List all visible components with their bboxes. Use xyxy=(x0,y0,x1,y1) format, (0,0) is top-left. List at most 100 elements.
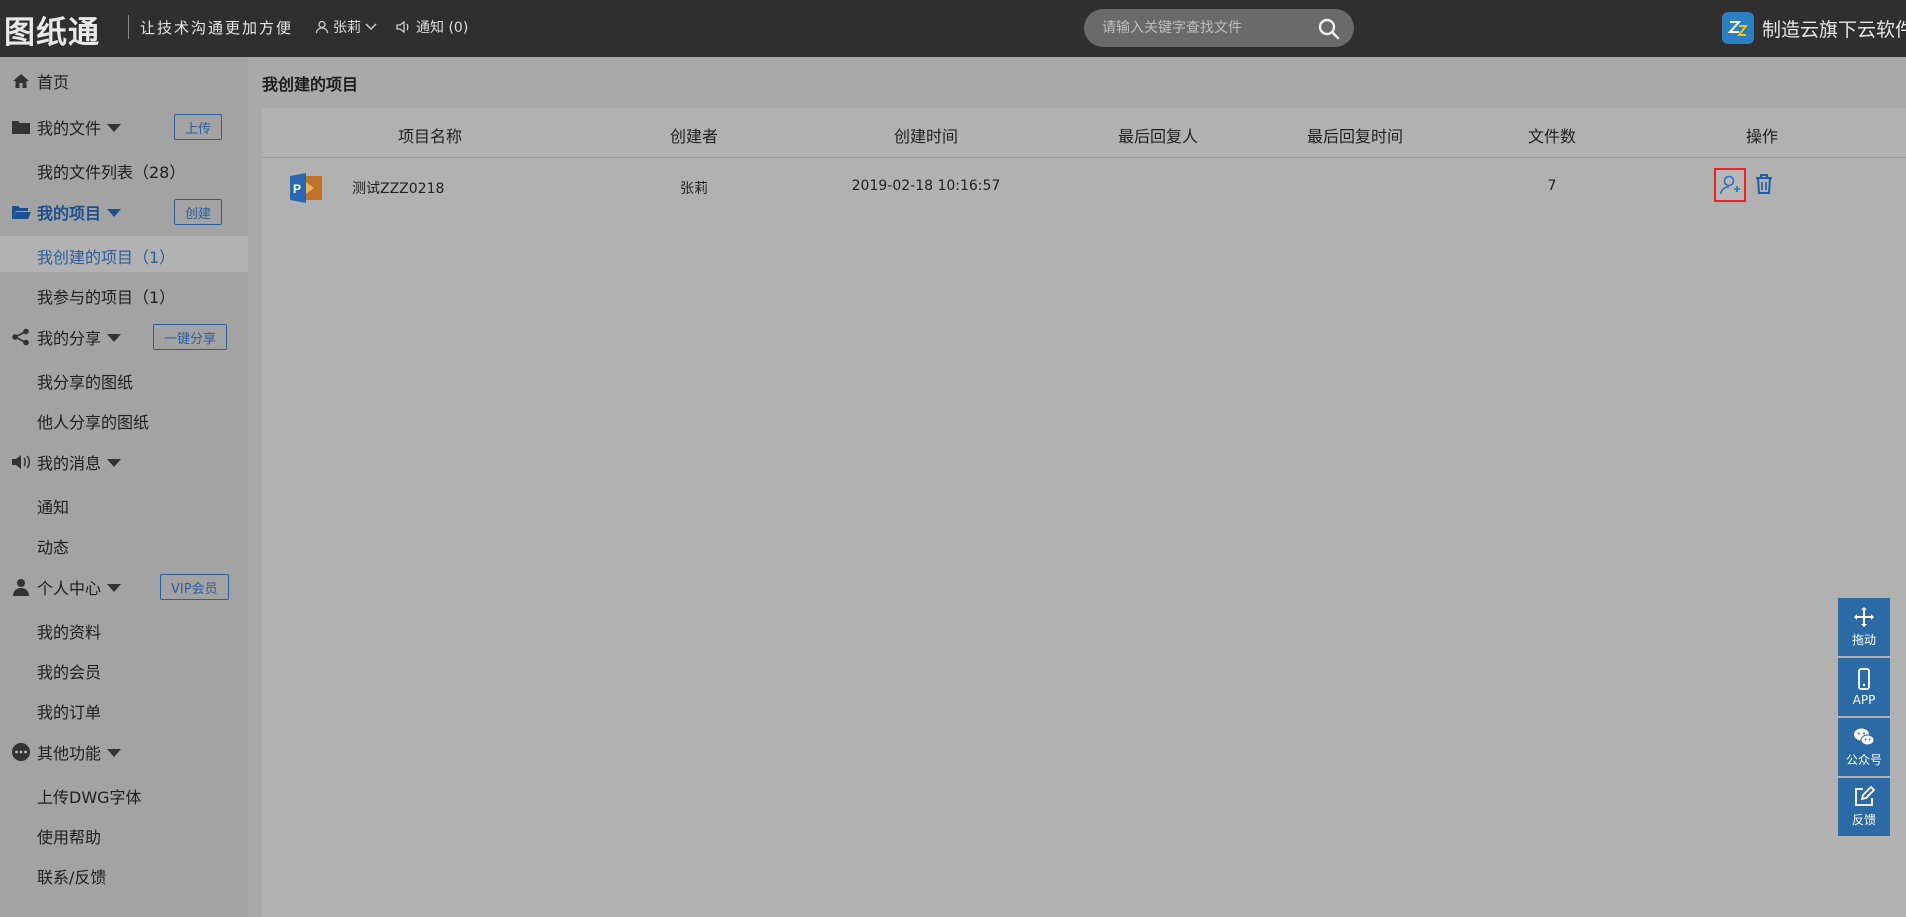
home-icon xyxy=(13,74,29,88)
sidebar-item-label: 我的会员 xyxy=(37,663,102,682)
sidebar-group-label: 我的项目 xyxy=(37,204,102,223)
sidebar-item-activity[interactable]: 动态 xyxy=(0,526,248,562)
sidebar-group-personal[interactable]: 个人中心 VIP会员 xyxy=(0,569,248,605)
sidebar-group-label: 个人中心 xyxy=(37,579,102,598)
project-name-link[interactable]: 测试ZZZ0218 xyxy=(352,178,444,198)
caret-down-icon xyxy=(107,334,121,342)
sidebar-group-files[interactable]: 我的文件 上传 xyxy=(0,109,248,145)
column-header: 创建时间 xyxy=(893,127,959,146)
caret-down-icon xyxy=(107,749,121,757)
edit-icon xyxy=(1855,786,1875,806)
column-header: 操作 xyxy=(1745,127,1779,146)
user-icon xyxy=(315,20,329,34)
wechat-button[interactable]: 公众号 xyxy=(1838,718,1890,776)
table-row[interactable]: P 测试ZZZ0218 张莉 2019-02-18 10:16:57 7 xyxy=(262,159,1906,215)
sidebar-group-label: 我的分享 xyxy=(37,329,102,348)
float-label: 反馈 xyxy=(1851,813,1876,827)
project-file-icon: P xyxy=(290,173,322,203)
sidebar-item-label: 我的文件列表（28） xyxy=(37,163,186,182)
chevron-down-icon xyxy=(365,23,377,31)
sidebar-item-feedback[interactable]: 联系/反馈 xyxy=(0,856,248,892)
sidebar-item-home[interactable]: 首页 xyxy=(0,63,248,99)
project-table: 项目名称 创建者 创建时间 最后回复人 最后回复时间 文件数 操作 P 测试ZZ… xyxy=(262,108,1906,917)
sidebar-group-messages[interactable]: 我的消息 xyxy=(0,444,248,480)
sidebar-item-joined-projects[interactable]: 我参与的项目（1） xyxy=(0,276,248,312)
sidebar-group-other[interactable]: 其他功能 xyxy=(0,734,248,770)
brand-text: 制造云旗下云软件 xyxy=(1762,18,1906,41)
sidebar-group-label: 我的消息 xyxy=(37,454,102,473)
logo-divider xyxy=(128,15,129,39)
float-label: APP xyxy=(1852,692,1876,707)
drag-handle[interactable]: 拖动 xyxy=(1838,598,1890,656)
sidebar-item-orders[interactable]: 我的订单 xyxy=(0,691,248,727)
sidebar-item-notice[interactable]: 通知 xyxy=(0,486,248,522)
sidebar-group-projects[interactable]: 我的项目 创建 xyxy=(0,194,248,230)
sidebar-item-label: 联系/反馈 xyxy=(37,868,107,887)
trash-icon[interactable] xyxy=(1752,172,1776,196)
quick-share-button[interactable]: 一键分享 xyxy=(153,324,228,350)
svg-text:P: P xyxy=(293,182,301,196)
sidebar-item-others-shared[interactable]: 他人分享的图纸 xyxy=(0,401,248,437)
logo[interactable]: 图纸通 xyxy=(4,7,100,52)
add-member-button[interactable] xyxy=(1714,168,1746,202)
upload-button[interactable]: 上传 xyxy=(174,114,223,140)
sidebar-item-file-list[interactable]: 我的文件列表（28） xyxy=(0,151,248,187)
float-label: 公众号 xyxy=(1845,753,1882,767)
folder-open-icon xyxy=(12,206,31,219)
brand-logo-icon xyxy=(1722,12,1754,44)
vip-member-button[interactable]: VIP会员 xyxy=(160,574,229,600)
phone-icon xyxy=(1858,667,1870,690)
sidebar-item-label: 我的资料 xyxy=(37,623,102,642)
sidebar-group-label: 我的文件 xyxy=(37,119,102,138)
wechat-icon xyxy=(1854,728,1875,746)
sidebar-item-created-projects[interactable]: 我创建的项目（1） xyxy=(0,236,248,272)
main-content: 我创建的项目 项目名称 创建者 创建时间 最后回复人 最后回复时间 文件数 操作… xyxy=(262,57,1906,917)
sidebar-item-label: 首页 xyxy=(37,73,70,92)
table-header: 项目名称 创建者 创建时间 最后回复人 最后回复时间 文件数 操作 xyxy=(262,108,1906,158)
sidebar-group-share[interactable]: 我的分享 一键分享 xyxy=(0,319,248,355)
sidebar-item-label: 他人分享的图纸 xyxy=(37,413,150,432)
create-project-button[interactable]: 创建 xyxy=(174,199,223,225)
column-header: 最后回复时间 xyxy=(1306,127,1404,146)
search-icon[interactable] xyxy=(1318,18,1340,40)
sidebar-item-my-shared[interactable]: 我分享的图纸 xyxy=(0,361,248,397)
user-name: 张莉 xyxy=(333,20,361,36)
slogan: 让技术沟通更加方便 xyxy=(140,19,294,37)
sidebar-item-label: 我创建的项目（1） xyxy=(37,248,176,267)
sidebar-item-label: 上传DWG字体 xyxy=(37,788,142,807)
floating-toolbar: 拖动 APP 公众号 反馈 xyxy=(1838,598,1890,838)
move-icon xyxy=(1854,607,1874,627)
sidebar-item-profile[interactable]: 我的资料 xyxy=(0,611,248,647)
feedback-button[interactable]: 反馈 xyxy=(1838,778,1890,836)
user-add-icon xyxy=(1720,175,1740,195)
notice-label: 通知 (0) xyxy=(416,20,469,36)
column-header: 项目名称 xyxy=(397,127,463,146)
caret-down-icon xyxy=(107,124,121,132)
notice-link[interactable]: 通知 (0) xyxy=(396,17,468,37)
more-icon xyxy=(12,743,30,761)
column-header: 文件数 xyxy=(1527,127,1577,146)
page-title: 我创建的项目 xyxy=(262,75,359,94)
column-header: 创建者 xyxy=(669,127,719,146)
speaker-icon xyxy=(396,20,409,34)
top-bar: 图纸通 让技术沟通更加方便 张莉 通知 (0) 制造云旗下云软件 xyxy=(0,0,1906,57)
sidebar-item-membership[interactable]: 我的会员 xyxy=(0,651,248,687)
column-header: 最后回复人 xyxy=(1117,127,1199,146)
created-time-cell: 2019-02-18 10:16:57 xyxy=(851,178,1001,194)
search-input[interactable] xyxy=(1102,18,1302,38)
sidebar-item-help[interactable]: 使用帮助 xyxy=(0,816,248,852)
user-menu[interactable]: 张莉 xyxy=(315,17,377,37)
creator-cell: 张莉 xyxy=(680,181,708,197)
sidebar-item-upload-font[interactable]: 上传DWG字体 xyxy=(0,776,248,812)
sidebar-item-label: 通知 xyxy=(37,498,70,517)
search-box xyxy=(1084,9,1354,47)
sidebar-item-label: 动态 xyxy=(37,538,70,557)
caret-down-icon xyxy=(107,584,121,592)
folder-icon xyxy=(12,121,30,134)
brand-link[interactable]: 制造云旗下云软件 xyxy=(1722,12,1906,44)
float-label: 拖动 xyxy=(1851,633,1876,647)
share-icon xyxy=(12,328,29,346)
sidebar-item-label: 使用帮助 xyxy=(37,828,102,847)
sidebar-group-label: 其他功能 xyxy=(37,744,102,763)
app-button[interactable]: APP xyxy=(1838,658,1890,716)
